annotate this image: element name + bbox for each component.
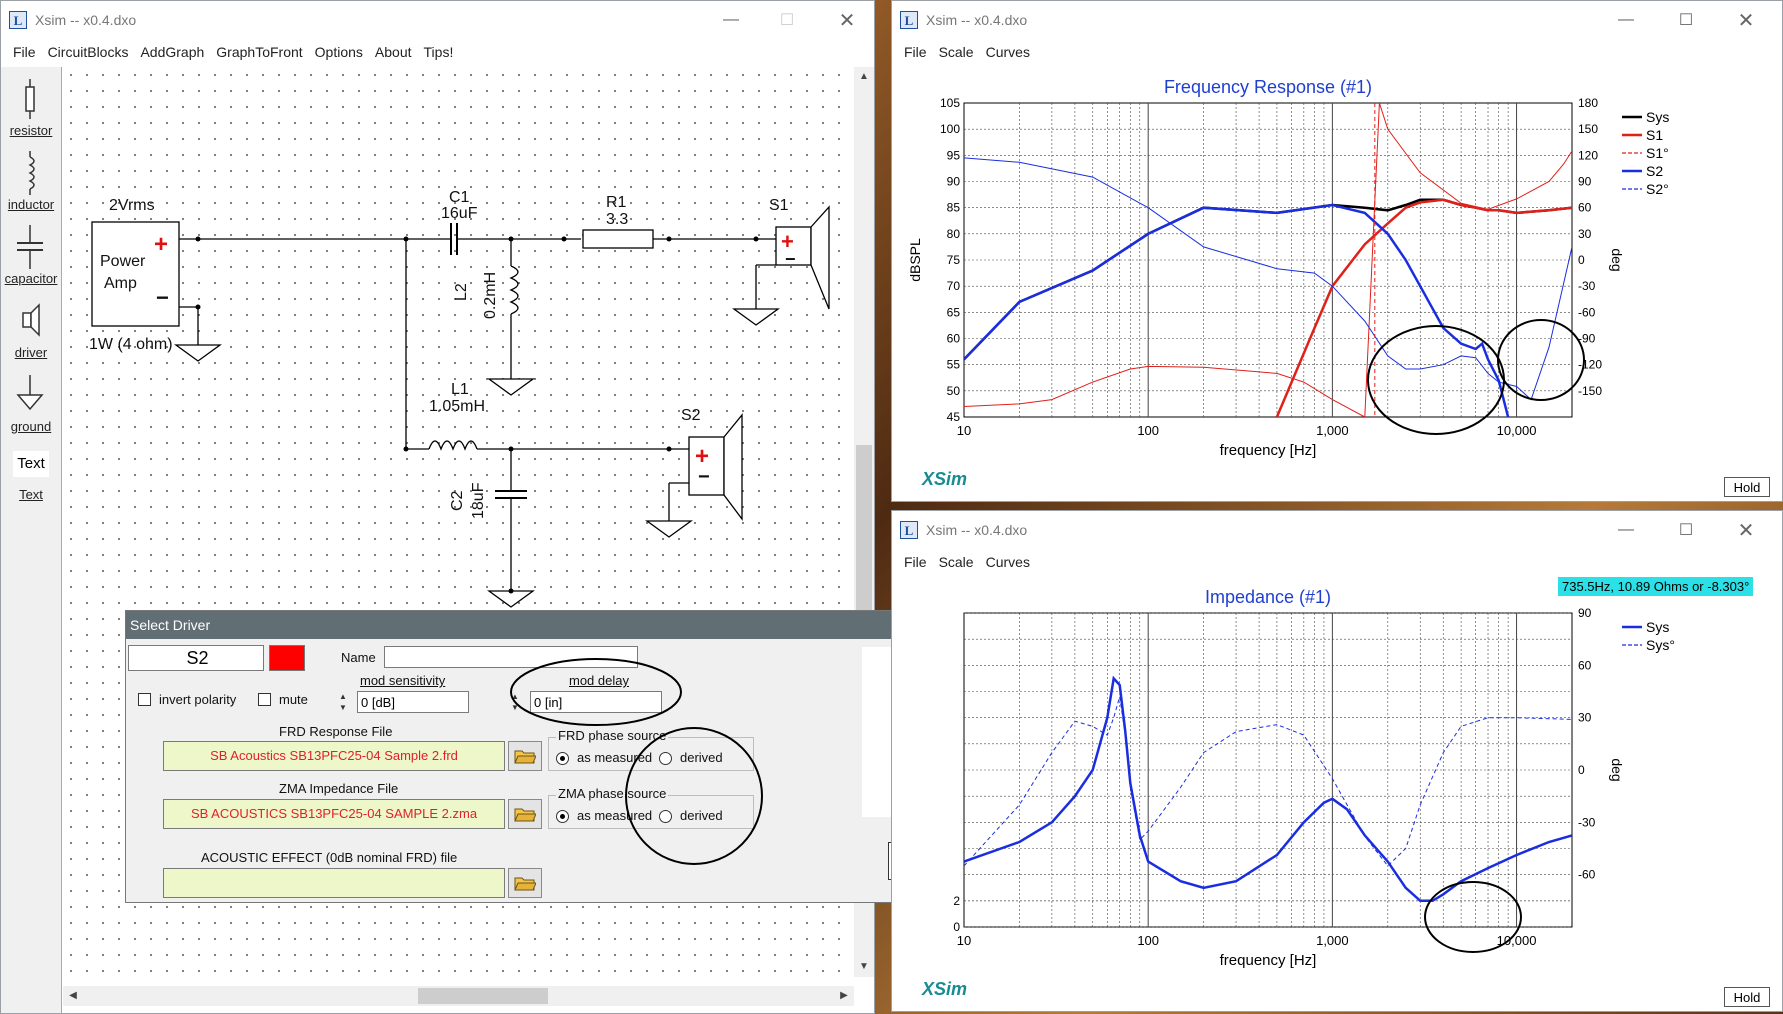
annotation-circle-freq-dip-2 xyxy=(1497,319,1585,401)
annotation-circles-graphs xyxy=(1367,319,1585,953)
annotation-circle-freq-dip-1 xyxy=(1367,325,1505,435)
annotation-circle-impedance-min xyxy=(1424,881,1522,953)
